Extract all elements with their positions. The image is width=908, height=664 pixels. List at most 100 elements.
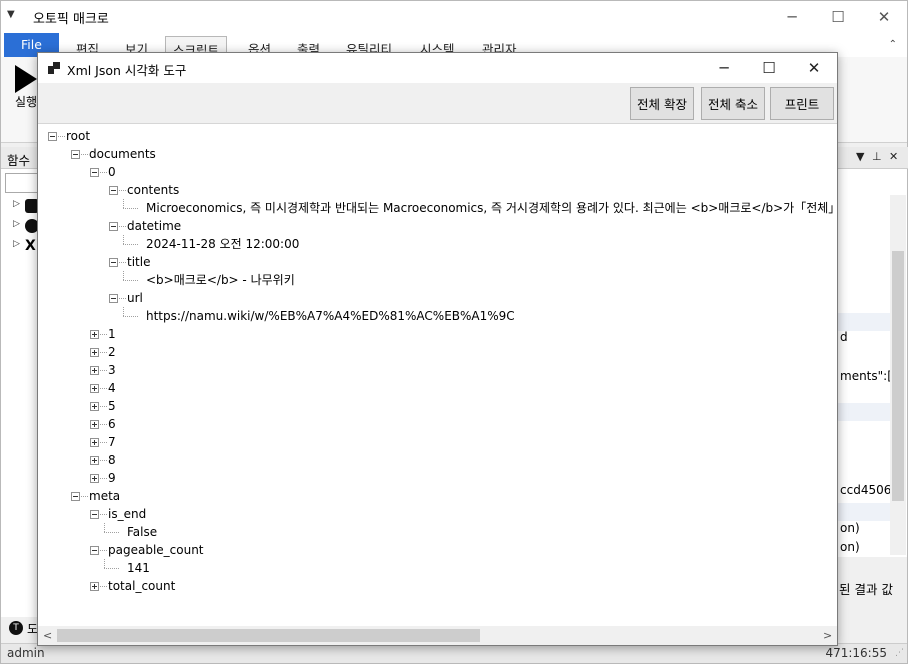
window-menu-icon[interactable]: ▼ [7, 9, 15, 20]
close-icon[interactable]: ✕ [861, 1, 907, 33]
collapse-all-button[interactable]: 전체 축소 [701, 87, 765, 120]
collapse-toggle-icon[interactable] [109, 294, 118, 303]
tree-connector [123, 199, 124, 208]
tree-view[interactable]: root documents 0 contents Microeconomics, 즉 … [38, 125, 837, 626]
tree-connector [104, 568, 119, 569]
tree-node[interactable]: title [127, 253, 150, 271]
minimize-icon[interactable]: ─ [701, 53, 747, 83]
tree-node[interactable]: 1 [108, 325, 116, 343]
collapse-toggle-icon[interactable] [48, 132, 57, 141]
horizontal-scrollbar[interactable]: < > [38, 626, 837, 645]
collapse-toggle-icon[interactable] [90, 168, 99, 177]
tree-node[interactable]: documents [89, 145, 156, 163]
row-highlight [838, 503, 890, 521]
expand-toggle-icon[interactable] [90, 384, 99, 393]
tree-node[interactable]: 8 [108, 451, 116, 469]
tree-connector [104, 523, 105, 532]
tree-node-value[interactable]: <b>매크로</b> - 나무위키 [146, 271, 295, 289]
collapse-toggle-icon[interactable] [109, 222, 118, 231]
status-bar: admin 471:16:55 ⋰ [1, 643, 907, 663]
resize-grip-icon[interactable]: ⋰ [895, 648, 904, 658]
tab-icon: T [9, 621, 23, 635]
main-window-title: 오토픽 매크로 [33, 12, 109, 27]
scroll-left-icon[interactable]: < [43, 629, 52, 642]
tree-node[interactable]: 6 [108, 415, 116, 433]
scroll-right-icon[interactable]: > [823, 629, 832, 642]
scrollbar-thumb[interactable] [57, 629, 480, 642]
tree-node[interactable]: pageable_count [108, 541, 204, 559]
tree-node[interactable]: 7 [108, 433, 116, 451]
right-panel-text: on) [840, 521, 860, 535]
collapse-toggle-icon[interactable] [109, 186, 118, 195]
tree-node-value[interactable]: https://namu.wiki/w/%EB%A7%A4%ED%81%AC%E… [146, 307, 515, 325]
tree-connector [119, 226, 126, 227]
tree-node[interactable]: meta [89, 487, 120, 505]
expand-toggle-icon[interactable] [90, 366, 99, 375]
pin-icon[interactable]: ⊥ [872, 150, 882, 163]
row-highlight [838, 313, 890, 331]
tree-connector [81, 154, 88, 155]
tree-node[interactable]: url [127, 289, 143, 307]
tree-node[interactable]: 3 [108, 361, 116, 379]
tree-connector [123, 316, 138, 317]
run-label[interactable]: 실행 [15, 93, 37, 110]
tree-node-value[interactable]: 141 [127, 559, 150, 577]
collapse-toggle-icon[interactable] [90, 546, 99, 555]
tree-node[interactable]: 2 [108, 343, 116, 361]
tree-node-value[interactable]: 2024-11-28 오전 12:00:00 [146, 235, 299, 253]
collapse-toggle-icon[interactable] [71, 492, 80, 501]
tree-node[interactable]: datetime [127, 217, 181, 235]
expand-toggle-icon[interactable] [90, 330, 99, 339]
tree-node[interactable]: root [66, 127, 90, 145]
tree-connector [123, 208, 138, 209]
tree-connector [100, 514, 107, 515]
tree-expand-icon[interactable]: ▷ [13, 239, 20, 249]
minimize-icon[interactable]: ─ [769, 1, 815, 33]
tree-node[interactable]: 9 [108, 469, 116, 487]
tree-connector [100, 424, 107, 425]
main-titlebar: ▼ 오토픽 매크로 ─ ☐ ✕ [1, 1, 907, 33]
tree-expand-icon[interactable]: ▷ [13, 219, 20, 229]
tree-connector [104, 532, 119, 533]
tree-node[interactable]: 5 [108, 397, 116, 415]
bottom-tab[interactable]: T 도 [5, 619, 41, 639]
vertical-scrollbar[interactable] [890, 195, 906, 555]
tree-node-value[interactable]: False [127, 523, 157, 541]
tree-connector [119, 190, 126, 191]
expand-toggle-icon[interactable] [90, 438, 99, 447]
tree-node-value[interactable]: Microeconomics, 즉 미시경제학과 반대되는 Macroecono… [146, 199, 837, 217]
expand-toggle-icon[interactable] [90, 402, 99, 411]
maximize-icon[interactable]: ☐ [746, 53, 792, 83]
close-icon[interactable]: ✕ [791, 53, 837, 83]
expand-toggle-icon[interactable] [90, 420, 99, 429]
tree-node[interactable]: 0 [108, 163, 116, 181]
tree-connector [100, 352, 107, 353]
tree-connector [100, 478, 107, 479]
tree-connector [58, 136, 65, 137]
expand-toggle-icon[interactable] [90, 474, 99, 483]
expand-toggle-icon[interactable] [90, 348, 99, 357]
collapse-toggle-icon[interactable] [109, 258, 118, 267]
expand-toggle-icon[interactable] [90, 582, 99, 591]
collapse-toggle-icon[interactable] [90, 510, 99, 519]
collapse-toggle-icon[interactable] [71, 150, 80, 159]
expand-all-button[interactable]: 전체 확장 [630, 87, 694, 120]
ribbon-collapse-icon[interactable]: ⌃ [889, 39, 897, 50]
scrollbar-thumb[interactable] [892, 251, 904, 501]
tree-node[interactable]: contents [127, 181, 179, 199]
maximize-icon[interactable]: ☐ [815, 1, 861, 33]
expand-toggle-icon[interactable] [90, 456, 99, 465]
tree-connector [100, 334, 107, 335]
print-button[interactable]: 프린트 [770, 87, 834, 120]
tree-expand-icon[interactable]: ▷ [13, 199, 20, 209]
dropdown-icon[interactable]: ▼ [856, 150, 864, 163]
function-search-input[interactable] [5, 173, 39, 193]
tree-connector [123, 235, 124, 244]
tree-node[interactable]: 4 [108, 379, 116, 397]
tree-node[interactable]: total_count [108, 577, 175, 595]
tree-node[interactable]: is_end [108, 505, 146, 523]
run-icon[interactable] [15, 65, 37, 93]
right-panel-header: ▼ ⊥ ✕ [838, 147, 908, 169]
xml-json-viewer-dialog: Xml Json 시각화 도구 ─ ☐ ✕ 전체 확장 전체 축소 프린트 ro… [37, 52, 838, 646]
close-icon[interactable]: ✕ [889, 150, 898, 163]
